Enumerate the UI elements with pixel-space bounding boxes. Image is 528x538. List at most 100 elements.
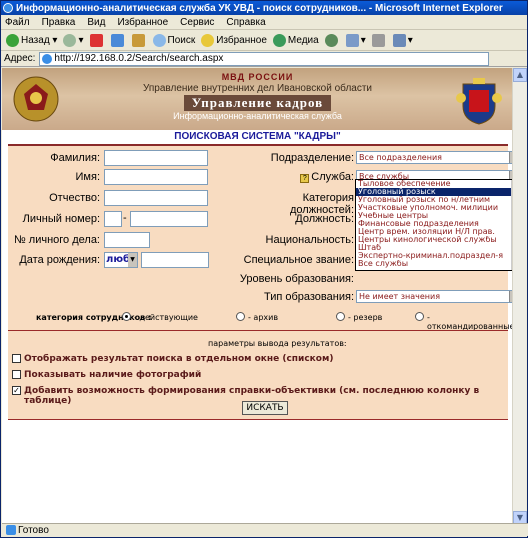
- reference-checkbox[interactable]: ✓: [12, 386, 21, 395]
- divider: [8, 330, 508, 331]
- banner-hr-department: Управление кадров: [183, 95, 332, 111]
- back-button[interactable]: Назад ▾: [4, 32, 59, 49]
- banner-service: Информационно-аналитическая служба: [173, 111, 342, 121]
- birth-date-label: Дата рождения:: [19, 254, 100, 266]
- category-radio-active[interactable]: [122, 312, 131, 321]
- forward-arrow-icon: [63, 33, 77, 47]
- menu-help[interactable]: Справка: [226, 17, 265, 28]
- surname-label: Фамилия:: [50, 152, 100, 164]
- address-label: Адрес:: [4, 53, 36, 64]
- education-type-label: Тип образования:: [263, 291, 354, 303]
- header-banner: МВД РОССИИ Управление внутренних дел Ива…: [2, 68, 513, 130]
- media-button[interactable]: Медиа: [271, 32, 321, 49]
- category-radio-seconded[interactable]: [415, 312, 424, 321]
- banner-mvd: МВД РОССИИ: [221, 72, 294, 82]
- media-icon: [272, 33, 286, 47]
- mail-button[interactable]: ▾: [344, 32, 368, 49]
- service-option[interactable]: Учебные центры: [356, 212, 513, 220]
- address-input[interactable]: http://192.168.0.2/Search/search.aspx: [39, 51, 490, 66]
- special-rank-label: Специальное звание:: [243, 254, 354, 266]
- subdivision-label: Подразделение:: [270, 152, 354, 164]
- personal-number-prefix-input[interactable]: [104, 211, 122, 227]
- window-title: Информационно-аналитическая служба УК УВ…: [16, 2, 503, 14]
- name-input[interactable]: [104, 169, 208, 185]
- service-option[interactable]: Штаб: [356, 244, 513, 252]
- personal-number-input[interactable]: [130, 211, 208, 227]
- menu-favorites[interactable]: Избранное: [117, 17, 168, 28]
- category-radio-archive[interactable]: [236, 312, 245, 321]
- address-url: http://192.168.0.2/Search/search.aspx: [54, 53, 224, 64]
- service-dropdown-list[interactable]: Тыловое обеспечение Уголовный розыск Уго…: [355, 179, 513, 271]
- category-radio-reserve[interactable]: [336, 312, 345, 321]
- nationality-label: Национальность:: [265, 234, 354, 246]
- menu-file[interactable]: Файл: [5, 17, 30, 28]
- banner-uvd: Управление внутренних дел Ивановской обл…: [142, 83, 373, 94]
- address-bar: Адрес: http://192.168.0.2/Search/search.…: [1, 51, 527, 67]
- page-done-icon: [6, 525, 16, 535]
- page-scrollbar[interactable]: ▲ ▼: [512, 68, 527, 525]
- service-option[interactable]: Центр врем. изоляции Н/Л прав.: [356, 228, 513, 236]
- edit-button[interactable]: ▾: [391, 32, 415, 49]
- edit-icon: [392, 33, 406, 47]
- mail-icon: [345, 33, 359, 47]
- scroll-up-icon[interactable]: ▲: [513, 68, 527, 82]
- page-content: МВД РОССИИ Управление внутренних дел Ива…: [2, 68, 513, 525]
- refresh-button[interactable]: [109, 32, 128, 49]
- service-option[interactable]: Тыловое обеспечение: [356, 180, 513, 188]
- separate-window-label: Отображать результат поиска в отдельном …: [24, 354, 334, 364]
- name-label: Имя:: [75, 171, 100, 183]
- education-type-select[interactable]: Не имеет значения▼: [356, 290, 513, 303]
- forward-button[interactable]: ▾: [61, 32, 85, 49]
- ie-icon: [3, 3, 13, 13]
- search-submit-button[interactable]: ИСКАТЬ: [242, 401, 288, 415]
- output-params-label: параметры вывода результатов:: [208, 339, 347, 348]
- search-icon: [152, 33, 166, 47]
- chevron-down-icon: ▼: [128, 253, 137, 267]
- file-number-label: № личного дела:: [13, 234, 100, 246]
- browser-window: Информационно-аналитическая служба УК УВ…: [0, 0, 528, 538]
- service-option[interactable]: Участковые уполномоч. милиции: [356, 204, 513, 212]
- search-button[interactable]: Поиск: [151, 32, 198, 49]
- service-option-selected[interactable]: Уголовный розыск: [356, 188, 513, 196]
- stop-button[interactable]: [88, 32, 107, 49]
- service-option[interactable]: Экспертно-криминал.подраздел-я: [356, 252, 513, 260]
- home-button[interactable]: [130, 32, 149, 49]
- separate-window-checkbox[interactable]: [12, 354, 21, 363]
- help-icon: ?: [300, 174, 310, 183]
- show-photos-checkbox[interactable]: [12, 370, 21, 379]
- category-option-seconded: - откомандированные: [427, 313, 513, 331]
- home-icon: [131, 33, 145, 47]
- print-icon: [371, 33, 385, 47]
- menu-tools[interactable]: Сервис: [180, 17, 214, 28]
- service-option[interactable]: Центры кинологической службы: [356, 236, 513, 244]
- history-icon: [324, 33, 338, 47]
- position-label: Должность:: [295, 213, 354, 225]
- subdivision-select[interactable]: Все подразделения▼: [356, 151, 513, 164]
- service-option[interactable]: Все службы: [356, 260, 513, 268]
- page-title: ПОИСКОВАЯ СИСТЕМА "КАДРЫ": [174, 131, 341, 142]
- show-photos-label: Показывать наличие фотографий: [24, 370, 202, 380]
- title-bar: Информационно-аналитическая служба УК УВ…: [1, 1, 527, 15]
- patronymic-label: Отчество:: [49, 192, 100, 204]
- stop-icon: [89, 33, 103, 47]
- personal-number-label: Личный номер:: [22, 213, 100, 225]
- service-label: ? Служба:: [238, 171, 354, 183]
- service-option[interactable]: Финансовые подразделения: [356, 220, 513, 228]
- patronymic-input[interactable]: [104, 190, 208, 206]
- education-level-label: Уровень образования:: [239, 273, 354, 285]
- surname-input[interactable]: [104, 150, 208, 166]
- category-option-archive: - архив: [248, 313, 279, 322]
- birth-date-operator-select[interactable]: люб ▼: [104, 252, 138, 268]
- file-number-input[interactable]: [104, 232, 150, 248]
- mvd-emblem-icon: [13, 76, 59, 122]
- menu-edit[interactable]: Правка: [42, 17, 76, 28]
- menu-view[interactable]: Вид: [87, 17, 105, 28]
- toolbar: Назад ▾ ▾ Поиск Избранное Медиа ▾ ▾: [1, 30, 527, 51]
- favorites-button[interactable]: Избранное: [199, 32, 269, 49]
- history-button[interactable]: [323, 32, 342, 49]
- print-button[interactable]: [370, 32, 389, 49]
- birth-date-input[interactable]: [141, 252, 209, 268]
- status-text: Готово: [18, 524, 49, 536]
- service-option[interactable]: Уголовный розыск по н/летним: [356, 196, 513, 204]
- category-option-reserve: - резерв: [348, 313, 383, 322]
